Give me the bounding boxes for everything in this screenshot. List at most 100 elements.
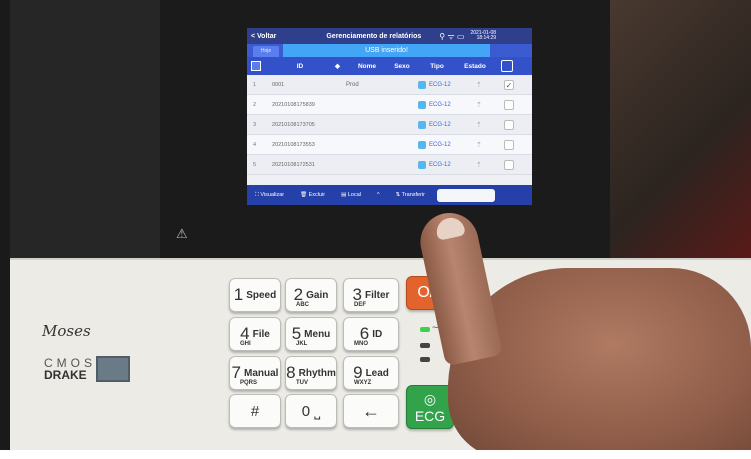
key-9-lead[interactable]: 9 Lead WXYZ: [343, 356, 399, 390]
back-button[interactable]: < Voltar: [251, 33, 276, 40]
row-checkbox[interactable]: [504, 99, 514, 110]
action-bar: ⛶ Visualizar 🗑 Excluir ▤ Local ^ ⇅ Trans…: [247, 185, 532, 205]
bottom-edge: [0, 450, 751, 459]
key-label: ←: [362, 400, 380, 421]
header-checkbox[interactable]: [501, 60, 513, 72]
key-3-filter[interactable]: 3 Filter DEF: [343, 278, 399, 312]
row-id: 20210108173553: [272, 141, 315, 148]
row-tipo: ECG-12: [418, 160, 466, 169]
key-label: Lead: [365, 367, 389, 379]
row-nome: Prod: [346, 81, 359, 88]
row-tipo-label: ECG-12: [429, 161, 451, 168]
table-header: ID ◆ Nome Sexo Tipo Estado: [247, 57, 532, 75]
row-index: 5: [252, 161, 257, 168]
row-tipo: ECG-12: [418, 80, 466, 89]
background-right: [600, 0, 751, 260]
key-label: ID: [372, 328, 383, 340]
table-row[interactable]: 3 20210108173705 ECG-12 ⇡: [247, 115, 532, 135]
row-tipo: ECG-12: [418, 120, 466, 129]
row-checkbox[interactable]: [504, 139, 514, 150]
col-nome[interactable]: Nome: [347, 63, 387, 70]
key-letters: PQRS: [240, 380, 258, 386]
key-letters: ABC: [296, 302, 309, 308]
key-label: 0 ⎵: [301, 402, 321, 420]
sort-icon[interactable]: ◆: [335, 62, 347, 70]
drake-logo-mark: [96, 356, 130, 382]
col-id[interactable]: ID: [265, 63, 335, 70]
key-label: #: [250, 402, 260, 420]
key-4-file[interactable]: 4 File GHI: [229, 317, 281, 351]
row-index: 2: [252, 101, 257, 108]
transferir-button[interactable]: ⇅ Transferir: [388, 192, 433, 198]
row-tipo-label: ECG-12: [429, 101, 451, 108]
key-6-id[interactable]: 6 ID MNO: [343, 317, 399, 351]
upload-status-icon: ⇡: [476, 121, 482, 129]
local-button[interactable]: ▤ Local: [333, 192, 369, 198]
table-row[interactable]: 1 0001 Prod ECG-12 ⇡ ✓: [247, 75, 532, 95]
table-row[interactable]: 5 20210108172531 ECG-12 ⇡: [247, 155, 532, 175]
row-tipo-label: ECG-12: [429, 121, 451, 128]
row-tipo-label: ECG-12: [429, 81, 451, 88]
row-tipo: ECG-12: [418, 140, 466, 149]
upload-status-icon: ⇡: [476, 141, 482, 149]
key-hash[interactable]: #: [229, 394, 281, 428]
key-label: Rhythm: [298, 367, 336, 379]
time: 18:14:29: [476, 35, 497, 41]
visualizar-button[interactable]: ⛶ Visualizar: [247, 192, 292, 199]
key-letters: JKL: [296, 341, 308, 347]
row-checkbox[interactable]: [504, 159, 514, 170]
report-table: 1 0001 Prod ECG-12 ⇡ ✓ 2 20210108175839 …: [247, 75, 532, 175]
key-label: Filter: [365, 289, 390, 301]
table-row[interactable]: 4 20210108173553 ECG-12 ⇡: [247, 135, 532, 155]
key-1-speed[interactable]: 1 Speed: [229, 278, 281, 312]
scroll-up-button[interactable]: ^: [369, 192, 388, 198]
key-0-space[interactable]: 0 ⎵: [285, 394, 337, 428]
ecg-icon: ◎: [423, 390, 437, 407]
row-checkbox[interactable]: ✓: [504, 79, 514, 90]
key-letters: TUV: [296, 380, 308, 386]
col-estado[interactable]: Estado: [457, 63, 493, 70]
row-checkbox[interactable]: [504, 119, 514, 130]
row-id: 20210108172531: [272, 161, 315, 168]
ecg-file-icon: [418, 100, 426, 109]
key-label: File: [252, 328, 270, 340]
key-2-gain[interactable]: 2 Gain ABC: [285, 278, 337, 312]
excluir-button[interactable]: 🗑 Excluir: [292, 192, 333, 198]
row-index: 4: [252, 141, 257, 148]
ecg-file-icon: [418, 80, 426, 89]
col-sexo[interactable]: Sexo: [387, 63, 417, 70]
screen-title: Gerenciamento de relatórios: [326, 32, 422, 40]
device-bezel-left: [10, 0, 170, 262]
row-id: 20210108175839: [272, 101, 315, 108]
key-5-menu[interactable]: 5 Menu JKL: [285, 317, 337, 351]
blank-action-button[interactable]: [436, 188, 495, 202]
tab-hoje[interactable]: Hoje: [253, 46, 279, 57]
col-tipo[interactable]: Tipo: [417, 63, 457, 70]
key-label: Manual: [244, 367, 279, 379]
datetime: 2021-01-08 18:14:29: [470, 31, 496, 41]
cmos-drake-logo: CMOS DRAKE: [44, 356, 134, 382]
key-backspace[interactable]: ←: [343, 394, 399, 428]
status-led: [420, 357, 430, 362]
power-led: [420, 327, 430, 332]
ecg-button[interactable]: ◎ ECG: [406, 385, 454, 429]
row-id: 0001: [272, 81, 285, 88]
key-7-manual[interactable]: 7 Manual PQRS: [229, 356, 281, 390]
key-letters: MNO: [354, 341, 368, 347]
key-letters: DEF: [354, 302, 366, 308]
hand: [448, 268, 751, 459]
key-number: 8: [286, 363, 296, 382]
status-icons: ⚲ ᯤ ▭: [439, 31, 465, 41]
row-index: 3: [252, 121, 257, 128]
brand-logo: Moses: [42, 322, 91, 340]
select-all-checkbox[interactable]: [251, 61, 261, 71]
table-row[interactable]: 2 20210108175839 ECG-12 ⇡: [247, 95, 532, 115]
upload-status-icon: ⇡: [476, 161, 482, 169]
key-8-rhythm[interactable]: 8 Rhythm TUV: [285, 356, 337, 390]
warning-icon: ⚠: [176, 226, 188, 241]
screen-header: < Voltar Gerenciamento de relatórios ⚲ ᯤ…: [247, 28, 532, 44]
battery-led: [420, 343, 430, 348]
row-id: 20210108173705: [272, 121, 315, 128]
ecg-file-icon: [418, 140, 426, 149]
ecg-file-icon: [418, 160, 426, 169]
